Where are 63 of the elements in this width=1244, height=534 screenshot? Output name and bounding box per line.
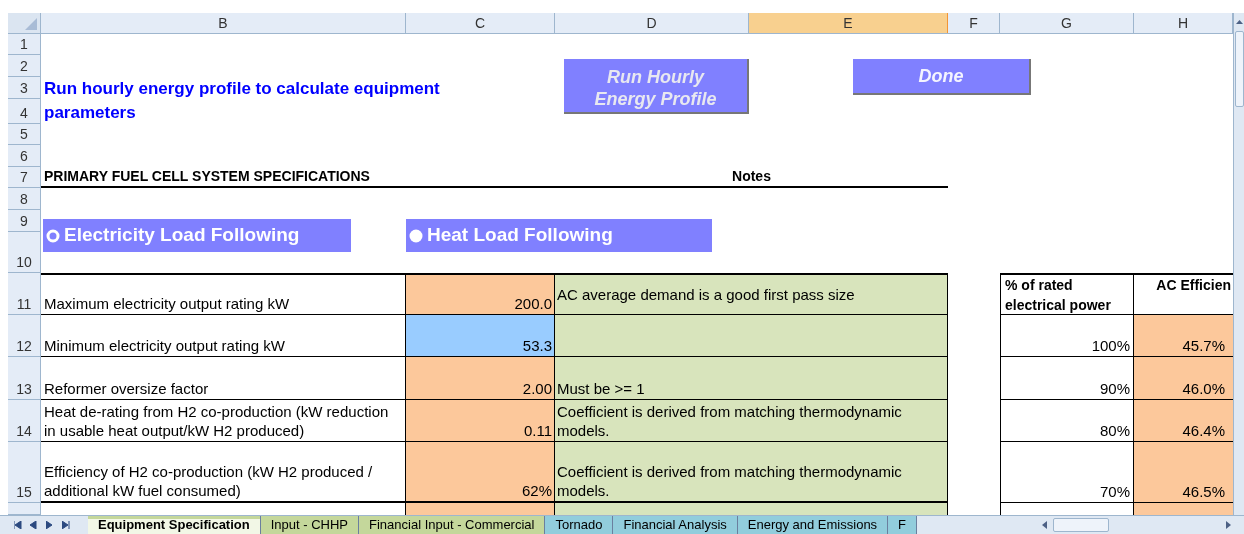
- right-arrow-icon: [1226, 521, 1231, 529]
- first-sheet-icon[interactable]: [14, 521, 22, 529]
- row-number[interactable]: 9: [8, 210, 41, 232]
- sheet-tab[interactable]: Financial Analysis: [613, 516, 738, 534]
- table-cell: AC average demand is a good first pass size: [555, 273, 948, 315]
- table-cell: 46.5%: [1134, 442, 1233, 503]
- column-header[interactable]: B: [41, 13, 406, 33]
- row-number[interactable]: 14: [8, 400, 41, 442]
- previous-sheet-icon[interactable]: [30, 521, 38, 529]
- column-heading: % of rated electrical power: [1000, 273, 1134, 315]
- row-number[interactable]: 5: [8, 124, 41, 145]
- column-header[interactable]: G: [1000, 13, 1134, 33]
- row-number[interactable]: 6: [8, 145, 41, 167]
- table-cell: Coefficient is derived from matching thermodynamic models.: [555, 400, 948, 442]
- column-header[interactable]: F: [948, 13, 1000, 33]
- column-header[interactable]: C: [406, 13, 555, 33]
- table-cell: 2.00: [406, 357, 555, 400]
- sheet-tab[interactable]: Input - CHHP: [260, 516, 359, 534]
- table-cell: 0.11: [406, 400, 555, 442]
- notes-heading: Notes: [731, 167, 772, 186]
- vertical-scrollbar[interactable]: [1233, 13, 1244, 515]
- table-cell: Must be >= 1: [555, 357, 948, 400]
- table-cell: Reformer oversize factor: [41, 357, 406, 400]
- corner-triangle-icon: [25, 18, 37, 30]
- table-cell: 62%: [406, 442, 555, 503]
- up-arrow-icon: [1235, 20, 1243, 24]
- next-sheet-icon[interactable]: [46, 521, 54, 529]
- row-number[interactable]: 10: [8, 232, 41, 273]
- column-header[interactable]: H: [1134, 13, 1233, 33]
- left-arrow-icon: [1042, 521, 1047, 529]
- instruction-text: Run hourly energy profile to calculate equipment parameters: [44, 77, 441, 124]
- table-cell: Coefficient is derived from matching thermodynamic models.: [555, 442, 948, 503]
- sheet-tab[interactable]: Financial Input - Commercial: [359, 516, 546, 534]
- row-number[interactable]: 2: [8, 55, 41, 77]
- section-title: PRIMARY FUEL CELL SYSTEM SPECIFICATIONS: [43, 167, 371, 186]
- sheet-tab[interactable]: Tornado: [545, 516, 614, 534]
- table-cell: 46.4%: [1134, 400, 1233, 442]
- table-cell: 45.7%: [1134, 315, 1233, 357]
- table-cell: Minimum electricity output rating kW: [41, 315, 406, 357]
- table-cell: Heat de-rating from H2 co-production (kW reduction in usable heat output/kW H2 produced): [41, 400, 406, 442]
- column-header[interactable]: E: [749, 13, 948, 33]
- row-number[interactable]: 11: [8, 273, 41, 315]
- row-header[interactable]: [8, 503, 41, 515]
- table-cell: 46.0%: [1134, 357, 1233, 400]
- last-sheet-icon[interactable]: [62, 521, 70, 529]
- row-number[interactable]: 8: [8, 188, 41, 210]
- row-number[interactable]: 15: [8, 442, 41, 503]
- scroll-thumb[interactable]: [1053, 518, 1109, 532]
- select-all-corner[interactable]: [8, 13, 41, 33]
- row-number[interactable]: 13: [8, 357, 41, 400]
- row-number[interactable]: 12: [8, 315, 41, 357]
- row-number[interactable]: 7: [8, 167, 41, 188]
- sheet-tab[interactable]: Equipment Specification: [88, 516, 261, 534]
- table-cell: 53.3: [406, 315, 555, 357]
- row-number[interactable]: 4: [8, 99, 41, 124]
- table-cell: 200.0: [406, 273, 555, 315]
- sheet-tab[interactable]: Energy and Emissions: [737, 516, 889, 534]
- table-cell: Maximum electricity output rating kW: [41, 273, 406, 315]
- scroll-thumb[interactable]: [1234, 31, 1244, 107]
- column-header[interactable]: D: [555, 13, 749, 33]
- row-number[interactable]: 1: [8, 34, 41, 55]
- row-number[interactable]: 3: [8, 77, 41, 99]
- sheet-tab[interactable]: F: [888, 516, 918, 534]
